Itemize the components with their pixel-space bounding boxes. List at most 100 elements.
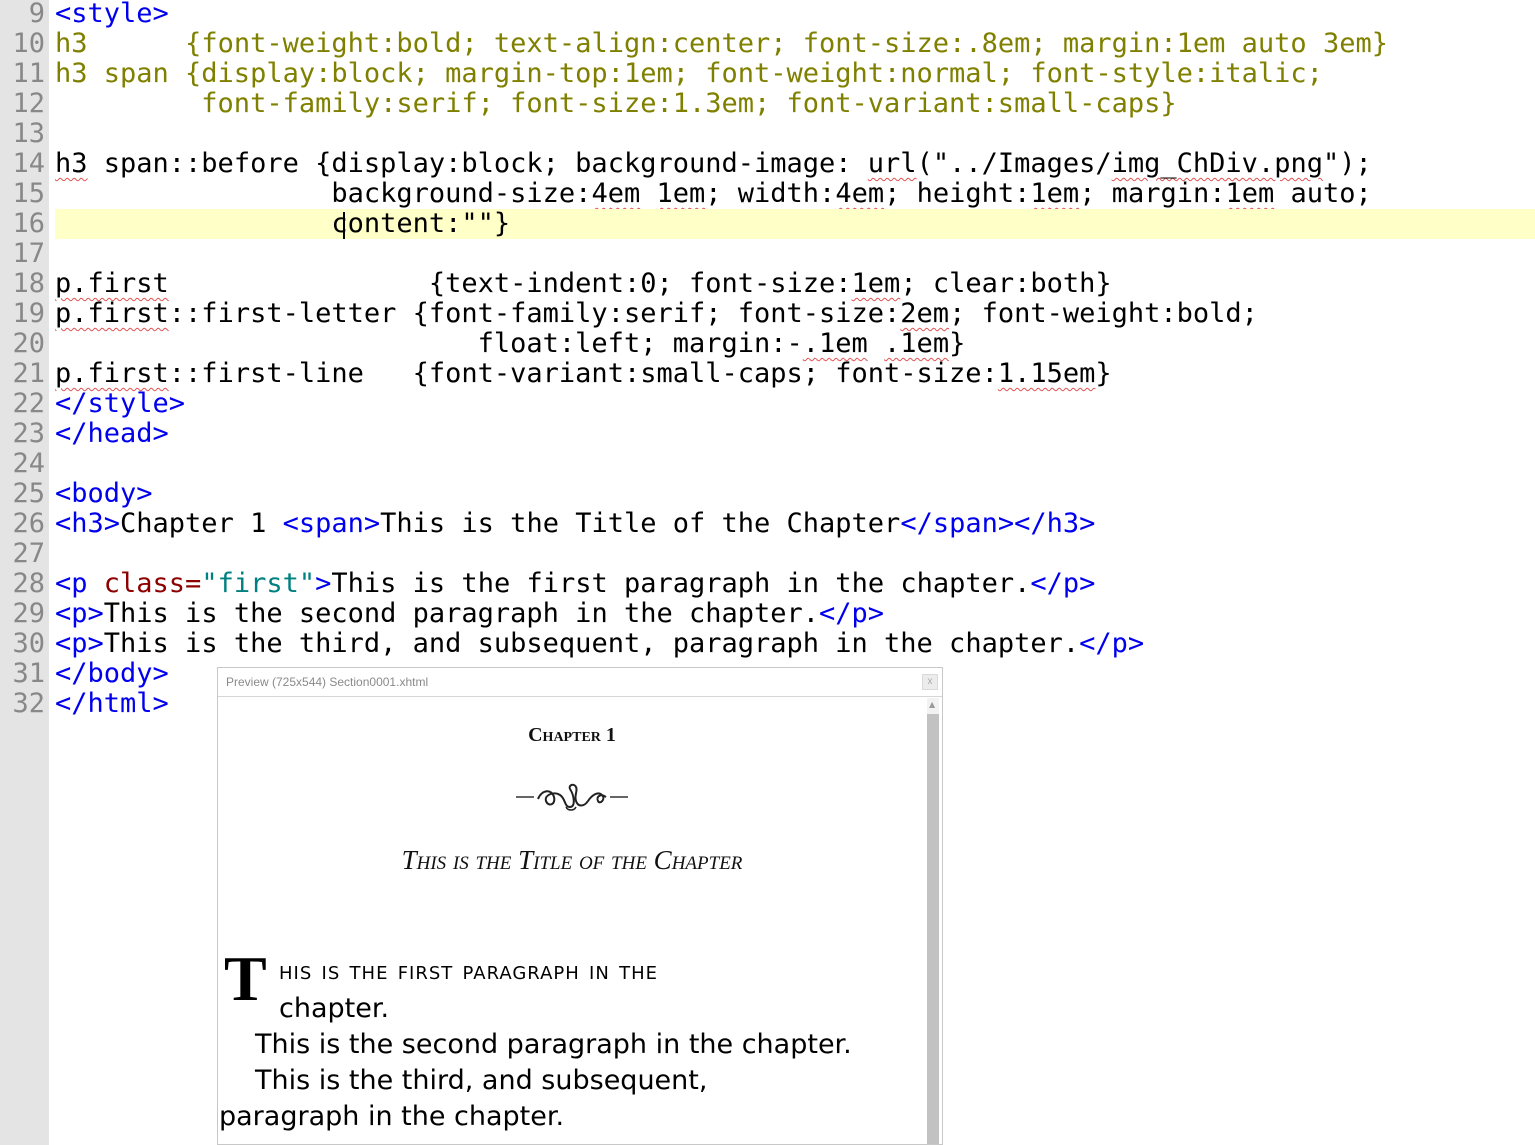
preview-titlebar[interactable]: Preview (725x544) Section0001.xhtml x: [218, 668, 942, 697]
code-text[interactable]: [55, 119, 1535, 149]
code-line[interactable]: 17: [0, 239, 1535, 269]
code-token: ; margin:: [1079, 178, 1226, 209]
code-text[interactable]: <p class="first">This is the first parag…: [55, 569, 1535, 599]
code-line[interactable]: 9 <style>: [0, 0, 1535, 29]
code-text[interactable]: h3 span::before {display:block; backgrou…: [55, 149, 1535, 179]
line-number: 11: [12, 58, 45, 89]
code-token: </p>: [819, 598, 885, 629]
code-text[interactable]: background-size:4em 1em; width:4em; heig…: [55, 179, 1535, 209]
first-paragraph-first-line: his is the first paragraph in the: [279, 956, 658, 986]
preview-window[interactable]: Preview (725x544) Section0001.xhtml x ▲ …: [217, 667, 943, 1145]
line-number: 27: [12, 538, 45, 569]
code-text[interactable]: float:left; margin:-.1em .1em}: [55, 329, 1535, 359]
line-number: 15: [12, 178, 45, 209]
preview-scrollbar[interactable]: ▲: [927, 698, 939, 1144]
code-text[interactable]: <p>This is the second paragraph in the c…: [55, 599, 1535, 629]
code-line[interactable]: 23 </head>: [0, 419, 1535, 449]
first-paragraph-continuation: chapter.: [279, 993, 390, 1024]
line-number: 18: [12, 268, 45, 299]
code-token: <h3>: [55, 508, 121, 539]
code-line[interactable]: 21 p.first::first-line {font-variant:smal…: [0, 359, 1535, 389]
code-text[interactable]: font-family:serif; font-size:1.3em; font…: [55, 89, 1535, 119]
code-token: float:left; margin:-: [55, 328, 803, 359]
preview-scrollbar-thumb[interactable]: [927, 714, 939, 1144]
code-line[interactable]: 29 <p>This is the second paragraph in the…: [0, 599, 1535, 629]
line-number: 13: [12, 118, 45, 149]
line-number: 32: [12, 688, 45, 719]
code-line[interactable]: 12 font-family:serif; font-size:1.3em; f…: [0, 89, 1535, 119]
code-line[interactable]: 24: [0, 449, 1535, 479]
line-number: 31: [12, 658, 45, 689]
code-line[interactable]: 26 <h3>Chapter 1 <span>This is the Title …: [0, 509, 1535, 539]
code-text[interactable]: </head>: [55, 419, 1535, 449]
code-token: class=: [103, 568, 202, 599]
drop-cap-letter: T: [224, 943, 267, 1014]
line-number: 25: [12, 478, 45, 509]
code-token: ");: [1322, 148, 1372, 179]
code-text[interactable]: h3 {font-weight:bold; text-align:center;…: [55, 29, 1535, 59]
line-number: 16: [12, 208, 45, 239]
code-line[interactable]: 27: [0, 539, 1535, 569]
line-number: 28: [12, 568, 45, 599]
code-line[interactable]: 30 <p>This is the third, and subsequent, …: [0, 629, 1535, 659]
code-text[interactable]: <body>: [55, 479, 1535, 509]
code-token: <p>: [55, 628, 104, 659]
code-text[interactable]: <style>: [55, 0, 1535, 29]
code-token: 1em: [1225, 178, 1275, 209]
code-text[interactable]: <p>This is the third, and subsequent, pa…: [55, 629, 1535, 659]
preview-window-title: Preview (725x544) Section0001.xhtml: [226, 675, 429, 689]
code-line[interactable]: 15 background-size:4em 1em; width:4em; h…: [0, 179, 1535, 209]
code-token: <span>: [282, 508, 381, 539]
code-line[interactable]: 11 h3 span {display:block; margin-top:1em…: [0, 59, 1535, 89]
code-line[interactable]: 20 float:left; margin:-.1em .1em}: [0, 329, 1535, 359]
code-line[interactable]: 13: [0, 119, 1535, 149]
code-text[interactable]: </style>: [55, 389, 1535, 419]
code-token: .1em: [802, 328, 868, 359]
code-token: ; font-weight:bold;: [949, 298, 1258, 329]
code-text[interactable]: <h3>Chapter 1 <span>This is the Title of…: [55, 509, 1535, 539]
code-token: span::before {display:block; background-…: [87, 148, 868, 179]
code-token: </html>: [55, 688, 169, 719]
code-token: 1em: [1030, 178, 1080, 209]
line-number: 19: [12, 298, 45, 329]
code-line[interactable]: 18 p.first {text-indent:0; font-size:1em;…: [0, 269, 1535, 299]
code-text[interactable]: [55, 539, 1535, 569]
code-token: url: [867, 148, 917, 179]
code-line[interactable]: 16 content:""}: [0, 209, 1535, 239]
chapter-heading: Chapter 1: [528, 724, 616, 746]
code-token: ("../Images/: [916, 148, 1112, 179]
line-number: 22: [12, 388, 45, 419]
code-line[interactable]: 25 <body>: [0, 479, 1535, 509]
code-line[interactable]: 28 <p class="first">This is the first par…: [0, 569, 1535, 599]
code-text[interactable]: p.first::first-line {font-variant:small-…: [55, 359, 1535, 389]
code-token: 4em: [835, 178, 885, 209]
code-line[interactable]: 14 h3 span::before {display:block; backgr…: [0, 149, 1535, 179]
code-token: </body>: [55, 658, 169, 689]
code-token: </p>: [1030, 568, 1096, 599]
close-icon[interactable]: x: [922, 674, 938, 690]
code-text[interactable]: p.first::first-letter {font-family:serif…: [55, 299, 1535, 329]
line-number: 10: [12, 28, 45, 59]
code-text[interactable]: p.first {text-indent:0; font-size:1em; c…: [55, 269, 1535, 299]
code-token: p.first: [55, 358, 169, 389]
code-text[interactable]: [55, 449, 1535, 479]
code-token: <p: [55, 568, 104, 599]
code-line[interactable]: 22 </style>: [0, 389, 1535, 419]
code-token: }: [949, 328, 966, 359]
scroll-up-arrow-icon[interactable]: ▲: [929, 700, 935, 709]
code-token: 2em: [900, 298, 950, 329]
code-token: img_ChDiv.png: [1111, 148, 1323, 179]
code-token: {text-indent:0; font-size:: [168, 268, 852, 299]
preview-content: Chapter 1 This is the Title of the Chapt…: [218, 697, 926, 1144]
code-text[interactable]: [55, 239, 1535, 269]
code-token: font-family:serif; font-size:1.3em; font…: [55, 88, 1177, 119]
code-line[interactable]: 19 p.first::first-letter {font-family:ser…: [0, 299, 1535, 329]
code-text[interactable]: content:""}: [55, 209, 1535, 239]
code-line[interactable]: 10 h3 {font-weight:bold; text-align:cente…: [0, 29, 1535, 59]
line-number: 9: [28, 0, 45, 29]
code-token: </style>: [55, 388, 186, 419]
line-number: 29: [12, 598, 45, 629]
code-text[interactable]: h3 span {display:block; margin-top:1em; …: [55, 59, 1535, 89]
